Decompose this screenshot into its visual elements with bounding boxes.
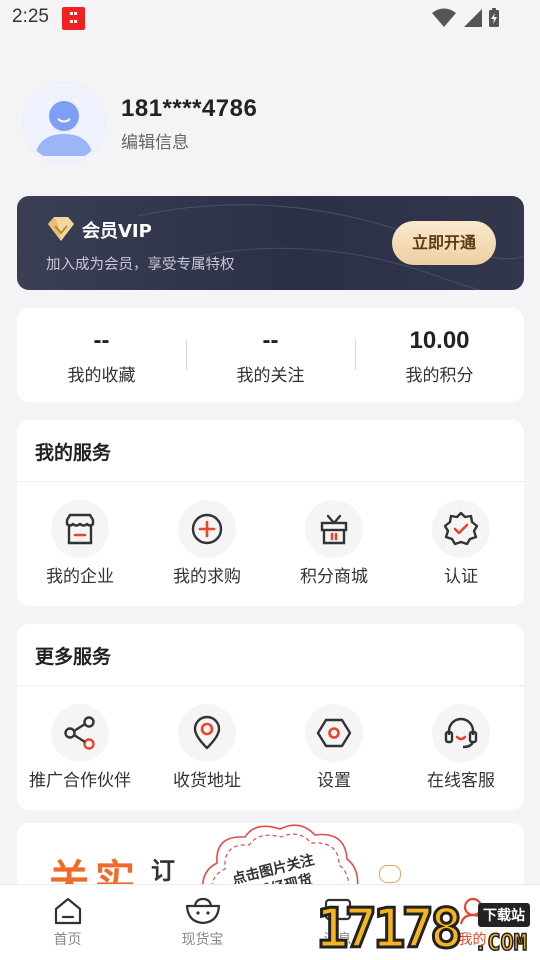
service-my-purchase[interactable]: 我的求购: [144, 500, 270, 587]
service-label: 在线客服: [427, 771, 495, 791]
gift-icon: [305, 500, 363, 558]
service-label: 收货地址: [173, 771, 241, 791]
tab-label: 首页: [53, 932, 82, 948]
signal-icon: [464, 9, 482, 27]
vip-description: 加入成为会员，享受专属特权: [46, 257, 235, 273]
service-online-support[interactable]: 在线客服: [398, 704, 524, 791]
user-phone: 181****4786: [121, 95, 258, 122]
stat-value: 10.00: [409, 327, 470, 354]
my-services-title: 我的服务: [35, 442, 112, 464]
avatar[interactable]: [22, 81, 106, 165]
stat-label: 我的积分: [405, 366, 474, 386]
banner-side-text: 订: [151, 857, 175, 885]
service-label: 我的企业: [46, 567, 114, 587]
vip-title: 会员VIP: [82, 221, 152, 242]
stat-value: --: [262, 327, 279, 354]
service-shipping-address[interactable]: 收货地址: [144, 704, 270, 791]
wifi-icon: [432, 8, 456, 27]
vip-open-button[interactable]: 立即开通: [392, 221, 496, 265]
status-time: 2:25: [12, 6, 49, 27]
battery-icon: [489, 8, 499, 27]
basket-icon: [135, 895, 270, 927]
divider: [17, 685, 524, 686]
more-services-card: 更多服务 推广合作伙伴 收货地址 设置 在线客服: [17, 624, 524, 810]
service-label: 认证: [444, 567, 478, 587]
service-verification[interactable]: 认证: [398, 500, 524, 587]
my-services-card: 我的服务 我的企业 我的求购 积分商城 认证: [17, 420, 524, 606]
watermark-tag: 下载站: [478, 903, 530, 927]
settings-hex-icon: [305, 704, 363, 762]
watermark-suffix: .COM: [473, 930, 527, 957]
home-icon: [0, 895, 135, 927]
service-my-company[interactable]: 我的企业: [17, 500, 143, 587]
location-pin-icon: [178, 704, 236, 762]
stat-favorites[interactable]: -- 我的收藏: [17, 308, 186, 402]
status-icons: [432, 8, 500, 28]
divider: [17, 481, 524, 482]
service-label: 推广合作伙伴: [29, 771, 131, 791]
tab-spot-goods[interactable]: 现货宝: [135, 895, 270, 949]
share-icon: [51, 704, 109, 762]
service-points-mall[interactable]: 积分商城: [271, 500, 397, 587]
status-bar: 2:25 ▪▪ ▪▪: [0, 0, 540, 36]
more-services-title: 更多服务: [35, 646, 112, 668]
store-icon: [51, 500, 109, 558]
tab-label: 现货宝: [181, 932, 224, 948]
vip-diamond-icon: [48, 217, 74, 241]
service-label: 设置: [317, 771, 351, 791]
service-label: 积分商城: [300, 567, 368, 587]
stat-value: --: [93, 327, 110, 354]
service-label: 我的求购: [173, 567, 241, 587]
edit-info-link[interactable]: 编辑信息: [121, 128, 189, 153]
plus-circle-icon: [178, 500, 236, 558]
service-partner[interactable]: 推广合作伙伴: [17, 704, 143, 791]
app-notification-icon: ▪▪ ▪▪: [62, 7, 85, 30]
headset-icon: [432, 704, 490, 762]
verified-badge-icon: [432, 500, 490, 558]
site-watermark-logo: 17178 下载站 .COM: [315, 893, 540, 960]
stat-label: 我的收藏: [67, 366, 136, 386]
avatar-user-icon: [25, 84, 103, 162]
watermark-text: 17178: [315, 897, 465, 960]
stat-following[interactable]: -- 我的关注: [186, 308, 355, 402]
service-settings[interactable]: 设置: [271, 704, 397, 791]
stat-points[interactable]: 10.00 我的积分: [355, 308, 524, 402]
tab-home[interactable]: 首页: [0, 895, 135, 949]
stats-card: -- 我的收藏 -- 我的关注 10.00 我的积分: [17, 308, 524, 402]
banner-small-badge: [379, 865, 401, 883]
stat-label: 我的关注: [236, 366, 305, 386]
